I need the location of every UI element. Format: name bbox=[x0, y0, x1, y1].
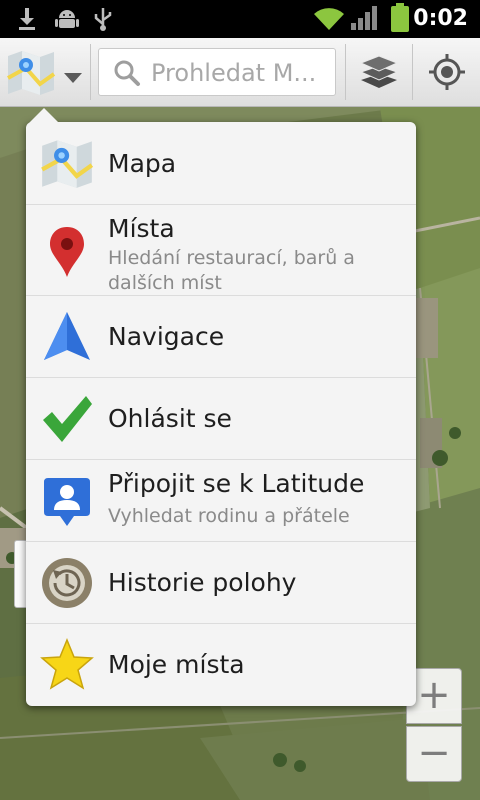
menu-item-label: Moje místa bbox=[108, 650, 245, 679]
chevron-down-icon bbox=[64, 68, 82, 87]
maps-icon bbox=[6, 48, 56, 100]
my-location-button[interactable] bbox=[413, 38, 480, 106]
zoom-out-button[interactable]: − bbox=[406, 726, 462, 782]
navigation-arrow-icon bbox=[40, 310, 94, 364]
location-history-icon bbox=[40, 556, 94, 610]
menu-item-label: Ohlásit se bbox=[108, 404, 232, 433]
layers-button[interactable] bbox=[346, 38, 412, 106]
menu-item-mapa[interactable]: Mapa bbox=[26, 122, 416, 205]
checkmark-icon bbox=[40, 392, 94, 446]
menu-item-label: Historie polohy bbox=[108, 568, 297, 597]
search-icon bbox=[113, 59, 141, 91]
menu-item-subtitle: Hledání restaurací, barů a dalších míst bbox=[108, 247, 355, 294]
menu-item-label: Místa bbox=[108, 214, 175, 243]
search-placeholder: Prohledat M... bbox=[151, 59, 317, 87]
my-location-icon bbox=[427, 52, 467, 96]
action-bar: Prohledat M... bbox=[0, 38, 480, 107]
search-input[interactable]: Prohledat M... bbox=[98, 48, 336, 96]
menu-item-historie-polohy[interactable]: Historie polohy bbox=[26, 542, 416, 624]
layers-icon bbox=[359, 54, 399, 94]
wifi-icon bbox=[312, 4, 346, 36]
menu-pointer bbox=[28, 108, 60, 124]
menu-item-subtitle: Vyhledat rodinu a přátele bbox=[108, 505, 350, 527]
mode-menu: Mapa Místa Hledání restaurací, barů a da… bbox=[26, 122, 416, 706]
usb-icon bbox=[92, 6, 114, 36]
menu-item-label: Připojit se k Latitude bbox=[108, 469, 365, 498]
divider bbox=[90, 44, 91, 100]
places-pin-icon bbox=[40, 225, 94, 279]
star-icon bbox=[40, 638, 94, 692]
menu-item-navigace[interactable]: Navigace bbox=[26, 296, 416, 378]
download-icon bbox=[14, 6, 40, 36]
latitude-icon bbox=[40, 474, 94, 528]
mode-switcher-button[interactable] bbox=[0, 38, 90, 106]
menu-item-ohlasit-se[interactable]: Ohlásit se bbox=[26, 378, 416, 460]
menu-item-moje-mista[interactable]: Moje místa bbox=[26, 624, 416, 706]
menu-item-label: Mapa bbox=[108, 149, 177, 178]
signal-icon bbox=[350, 5, 378, 35]
android-debug-icon bbox=[54, 6, 80, 36]
menu-item-latitude[interactable]: Připojit se k Latitude Vyhledat rodinu a… bbox=[26, 460, 416, 542]
maps-screen: 0:02 Prohledat M... + − Mapa Místa Hledá… bbox=[0, 0, 480, 800]
menu-item-label: Navigace bbox=[108, 322, 225, 351]
menu-item-mista[interactable]: Místa Hledání restaurací, barů a dalších… bbox=[26, 205, 416, 296]
status-bar: 0:02 bbox=[0, 0, 480, 38]
battery-icon bbox=[390, 3, 410, 37]
status-clock: 0:02 bbox=[413, 6, 468, 31]
maps-icon bbox=[40, 136, 94, 190]
